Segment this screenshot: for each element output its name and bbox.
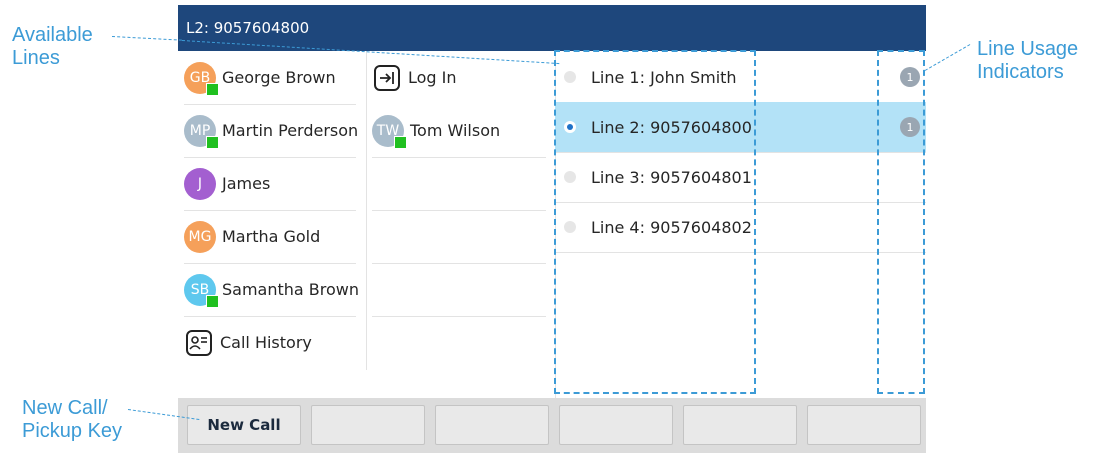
contact-name: James xyxy=(222,174,271,193)
new-call-softkey[interactable]: New Call xyxy=(187,405,301,445)
avatar: SB xyxy=(184,273,219,308)
callout-new-call-pickup: New Call/ Pickup Key xyxy=(22,397,123,442)
login-button[interactable]: Log In xyxy=(372,51,552,104)
available-lines-highlight xyxy=(554,50,756,394)
avatar: MG xyxy=(184,220,216,253)
presence-indicator xyxy=(206,294,219,308)
avatar: J xyxy=(184,167,216,200)
avatar: MP xyxy=(184,114,219,149)
call-history-icon xyxy=(184,328,214,358)
contact-item[interactable]: MP Martin Perderson xyxy=(184,104,364,157)
contact-name: George Brown xyxy=(222,68,336,87)
avatar: TW xyxy=(372,114,407,149)
leader-line xyxy=(924,44,971,71)
contact-item[interactable]: GB George Brown xyxy=(184,51,364,104)
presence-indicator xyxy=(206,82,219,96)
contact-item[interactable]: MG Martha Gold xyxy=(184,210,364,263)
column-divider xyxy=(366,51,367,370)
softkey-empty[interactable] xyxy=(683,405,797,445)
contact-name: Martin Perderson xyxy=(222,121,359,140)
softkey-empty[interactable] xyxy=(807,405,921,445)
presence-indicator xyxy=(206,135,219,149)
contact-name: Tom Wilson xyxy=(410,121,501,140)
row-separator xyxy=(372,210,546,211)
login-label: Log In xyxy=(408,68,457,87)
row-separator xyxy=(372,263,546,264)
softkey-empty[interactable] xyxy=(559,405,673,445)
contact-name: Martha Gold xyxy=(222,227,321,246)
callout-available-lines-text: Available xyxy=(12,24,93,46)
softkey-bar: New Call xyxy=(178,398,926,453)
call-history-button[interactable]: Call History xyxy=(184,316,364,369)
avatar: GB xyxy=(184,61,219,96)
callout-line-usage: Line Usage Indicators xyxy=(977,38,1079,83)
row-separator xyxy=(372,316,546,317)
softkey-empty[interactable] xyxy=(435,405,549,445)
callout-available-lines: Available Lines xyxy=(12,24,93,69)
contact-name: Samantha Brown xyxy=(222,280,360,299)
active-line-title: L2: 9057604800 xyxy=(186,19,310,37)
presence-indicator xyxy=(394,135,407,149)
row-separator xyxy=(372,157,546,158)
line-usage-highlight xyxy=(877,50,925,394)
contact-item[interactable]: J James xyxy=(184,157,364,210)
softkey-empty[interactable] xyxy=(311,405,425,445)
leader-line xyxy=(111,36,182,41)
contact-item[interactable]: SB Samantha Brown xyxy=(184,263,364,316)
title-bar: L2: 9057604800 xyxy=(178,5,926,51)
contact-item[interactable]: TW Tom Wilson xyxy=(372,104,552,157)
phone-screen: L2: 9057604800 New Call GB George Brown MP… xyxy=(178,5,926,453)
call-history-label: Call History xyxy=(220,333,312,352)
login-icon xyxy=(372,63,402,93)
